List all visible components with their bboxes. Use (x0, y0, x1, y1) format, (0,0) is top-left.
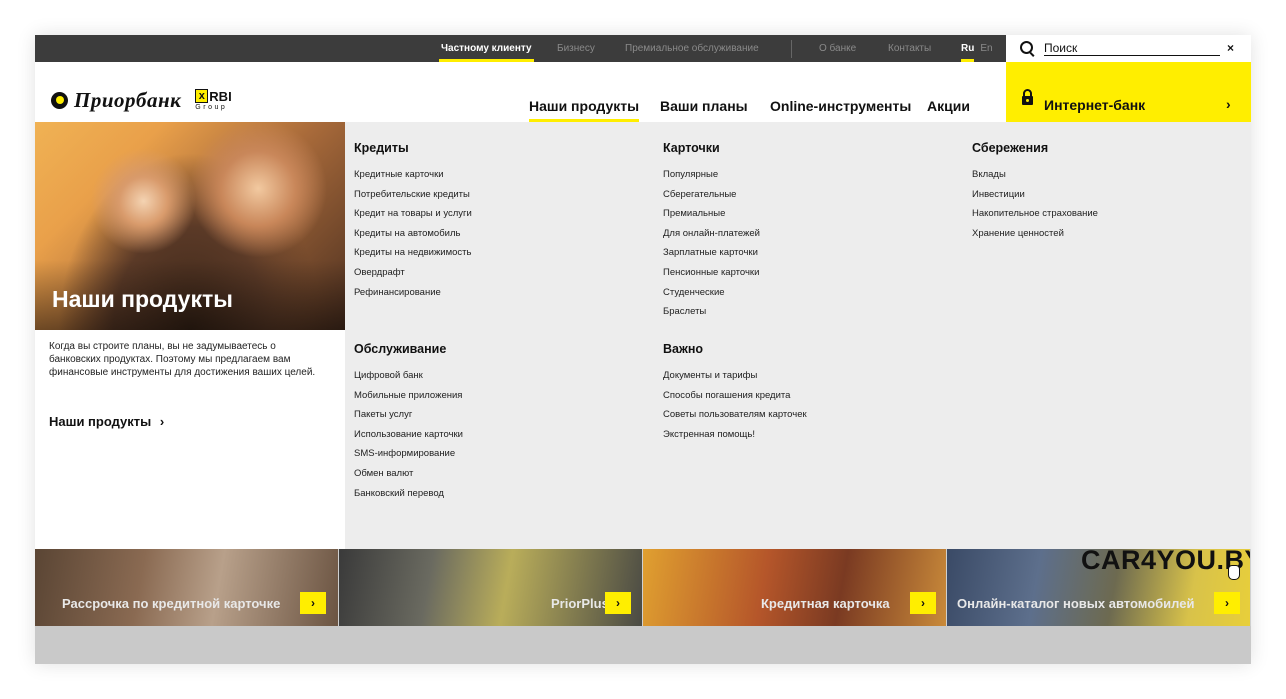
close-icon[interactable]: × (1227, 41, 1234, 55)
hero-title: Наши продукты (52, 286, 233, 312)
promo-tile-priorplus[interactable]: PriorPlus › (339, 549, 642, 626)
search-box: × (1006, 35, 1251, 62)
main-nav-plans[interactable]: Ваши планы (660, 98, 748, 114)
top-nav-business-link[interactable]: Бизнесу (557, 43, 595, 54)
menu-item[interactable]: Хранение ценностей (972, 224, 1098, 244)
menu-column-cards: Карточки Популярные Сберегательные Преми… (663, 140, 760, 322)
products-intro-panel: Наши продукты Когда вы строите планы, вы… (35, 122, 345, 549)
top-bar-divider (791, 40, 792, 58)
menu-heading-cards[interactable]: Карточки (663, 140, 760, 156)
menu-item[interactable]: Пакеты услуг (354, 405, 463, 425)
logo-text: Приорбанк (74, 88, 182, 112)
promo-tile-label: PriorPlus (551, 596, 609, 611)
menu-heading-important[interactable]: Важно (663, 341, 807, 357)
menu-item[interactable]: Мобильные приложения (354, 386, 463, 406)
top-nav-about[interactable]: О банке (819, 35, 856, 62)
promo-tile-label: Рассрочка по кредитной карточке (62, 596, 281, 611)
menu-item[interactable]: Вклады (972, 165, 1098, 185)
top-nav-premium-link[interactable]: Премиальное обслуживание (625, 43, 759, 54)
family-hero-image: Наши продукты (35, 122, 345, 330)
menu-item[interactable]: Использование карточки (354, 425, 463, 445)
menu-item[interactable]: Кредит на товары и услуги (354, 204, 472, 224)
menu-heading-savings[interactable]: Сбережения (972, 140, 1098, 156)
promo-tile-credit-card[interactable]: Кредитная карточка › (643, 549, 946, 626)
menu-item[interactable]: Советы пользователям карточек (663, 405, 807, 425)
promo-tile-label: Кредитная карточка (761, 596, 890, 611)
top-nav-private-link[interactable]: Частному клиенту (439, 43, 534, 63)
menu-item[interactable]: Банковский перевод (354, 484, 463, 504)
menu-item[interactable]: Для онлайн-платежей (663, 224, 760, 244)
language-switcher: Ru En (961, 35, 993, 63)
browser-viewport: Частному клиенту Бизнесу Премиальное обс… (35, 35, 1251, 664)
menu-item[interactable]: Сберегательные (663, 185, 760, 205)
menu-item[interactable]: Кредитные карточки (354, 165, 472, 185)
page-content-below (35, 626, 1251, 664)
menu-item[interactable]: Экстренная помощь! (663, 425, 807, 445)
menu-item[interactable]: Пенсионные карточки (663, 263, 760, 283)
promo-carousel: Рассрочка по кредитной карточке › PriorP… (35, 549, 1251, 626)
menu-column-important: Важно Документы и тарифы Способы погашен… (663, 341, 807, 444)
rbi-group-text: Group (195, 104, 228, 111)
promo-tile-label: Онлайн-каталог новых автомобилей (957, 596, 1195, 611)
menu-heading-service[interactable]: Обслуживание (354, 341, 463, 357)
rbi-mark: RBI (209, 88, 232, 104)
internet-bank-button[interactable]: Интернет-банк › (1006, 62, 1251, 122)
rbi-x-icon: x (195, 89, 209, 103)
top-bar: Частному клиенту Бизнесу Премиальное обс… (35, 35, 1251, 63)
promo-tile-arrow-button[interactable]: › (300, 592, 326, 614)
products-description: Когда вы строите планы, вы не задумывает… (49, 341, 316, 378)
promo-tile-arrow-button[interactable]: › (910, 592, 936, 614)
menu-heading-credits[interactable]: Кредиты (354, 140, 472, 156)
top-nav-premium[interactable]: Премиальное обслуживание (625, 35, 759, 62)
top-nav-contacts-link[interactable]: Контакты (888, 43, 931, 54)
products-mega-menu: Кредиты Кредитные карточки Потребительск… (345, 122, 1251, 549)
car4you-brand: CAR4YOU.BY (1081, 549, 1250, 575)
priorbank-logo[interactable]: Приорбанк x RBI Group (51, 88, 232, 113)
menu-item[interactable]: Премиальные (663, 204, 760, 224)
search-icon[interactable] (1020, 41, 1033, 54)
lang-en[interactable]: En (980, 43, 992, 54)
search-input[interactable] (1044, 41, 1220, 56)
menu-item[interactable]: Зарплатные карточки (663, 243, 760, 263)
menu-item[interactable]: Потребительские кредиты (354, 185, 472, 205)
lock-icon (1022, 89, 1033, 105)
main-nav-online-tools[interactable]: Online-инструменты (770, 98, 911, 114)
main-nav-promotions[interactable]: Акции (927, 98, 970, 114)
hand-cursor-icon (1228, 565, 1240, 580)
promo-tile-car-catalog[interactable]: CAR4YOU.BY Онлайн-каталог новых автомоби… (947, 549, 1250, 626)
internet-bank-label: Интернет-банк (1044, 97, 1146, 113)
menu-item[interactable]: Популярные (663, 165, 760, 185)
top-nav-private[interactable]: Частному клиенту (439, 35, 534, 63)
promo-tile-installment[interactable]: Рассрочка по кредитной карточке › (35, 549, 338, 626)
menu-item[interactable]: Рефинансирование (354, 283, 472, 303)
menu-item[interactable]: SMS-информирование (354, 444, 463, 464)
menu-column-credits: Кредиты Кредитные карточки Потребительск… (354, 140, 472, 302)
main-nav-products[interactable]: Наши продукты (529, 98, 640, 123)
menu-item[interactable]: Инвестиции (972, 185, 1098, 205)
menu-item[interactable]: Цифровой банк (354, 366, 463, 386)
menu-item[interactable]: Обмен валют (354, 464, 463, 484)
chevron-right-icon: › (159, 414, 165, 429)
promo-tile-arrow-button[interactable]: › (1214, 592, 1240, 614)
rbi-group-logo: x RBI Group (195, 88, 232, 112)
top-nav-about-link[interactable]: О банке (819, 43, 856, 54)
menu-item[interactable]: Кредиты на автомобиль (354, 224, 472, 244)
menu-item[interactable]: Способы погашения кредита (663, 386, 807, 406)
menu-item[interactable]: Овердрафт (354, 263, 472, 283)
menu-item[interactable]: Браслеты (663, 302, 760, 322)
lang-ru[interactable]: Ru (961, 43, 975, 63)
top-nav-contacts[interactable]: Контакты (888, 35, 931, 62)
priorbank-emblem-icon (51, 92, 68, 109)
menu-item[interactable]: Кредиты на недвижимость (354, 243, 472, 263)
menu-item[interactable]: Студенческие (663, 283, 760, 303)
menu-column-service: Обслуживание Цифровой банк Мобильные при… (354, 341, 463, 503)
menu-column-savings: Сбережения Вклады Инвестиции Накопительн… (972, 140, 1098, 243)
menu-item[interactable]: Накопительное страхование (972, 204, 1098, 224)
menu-item[interactable]: Документы и тарифы (663, 366, 807, 386)
products-link-label: Наши продукты (49, 414, 152, 429)
promo-tile-arrow-button[interactable]: › (605, 592, 631, 614)
products-link[interactable]: Наши продукты › (49, 414, 164, 429)
chevron-right-icon: › (1226, 96, 1231, 112)
top-nav-business[interactable]: Бизнесу (557, 35, 595, 62)
